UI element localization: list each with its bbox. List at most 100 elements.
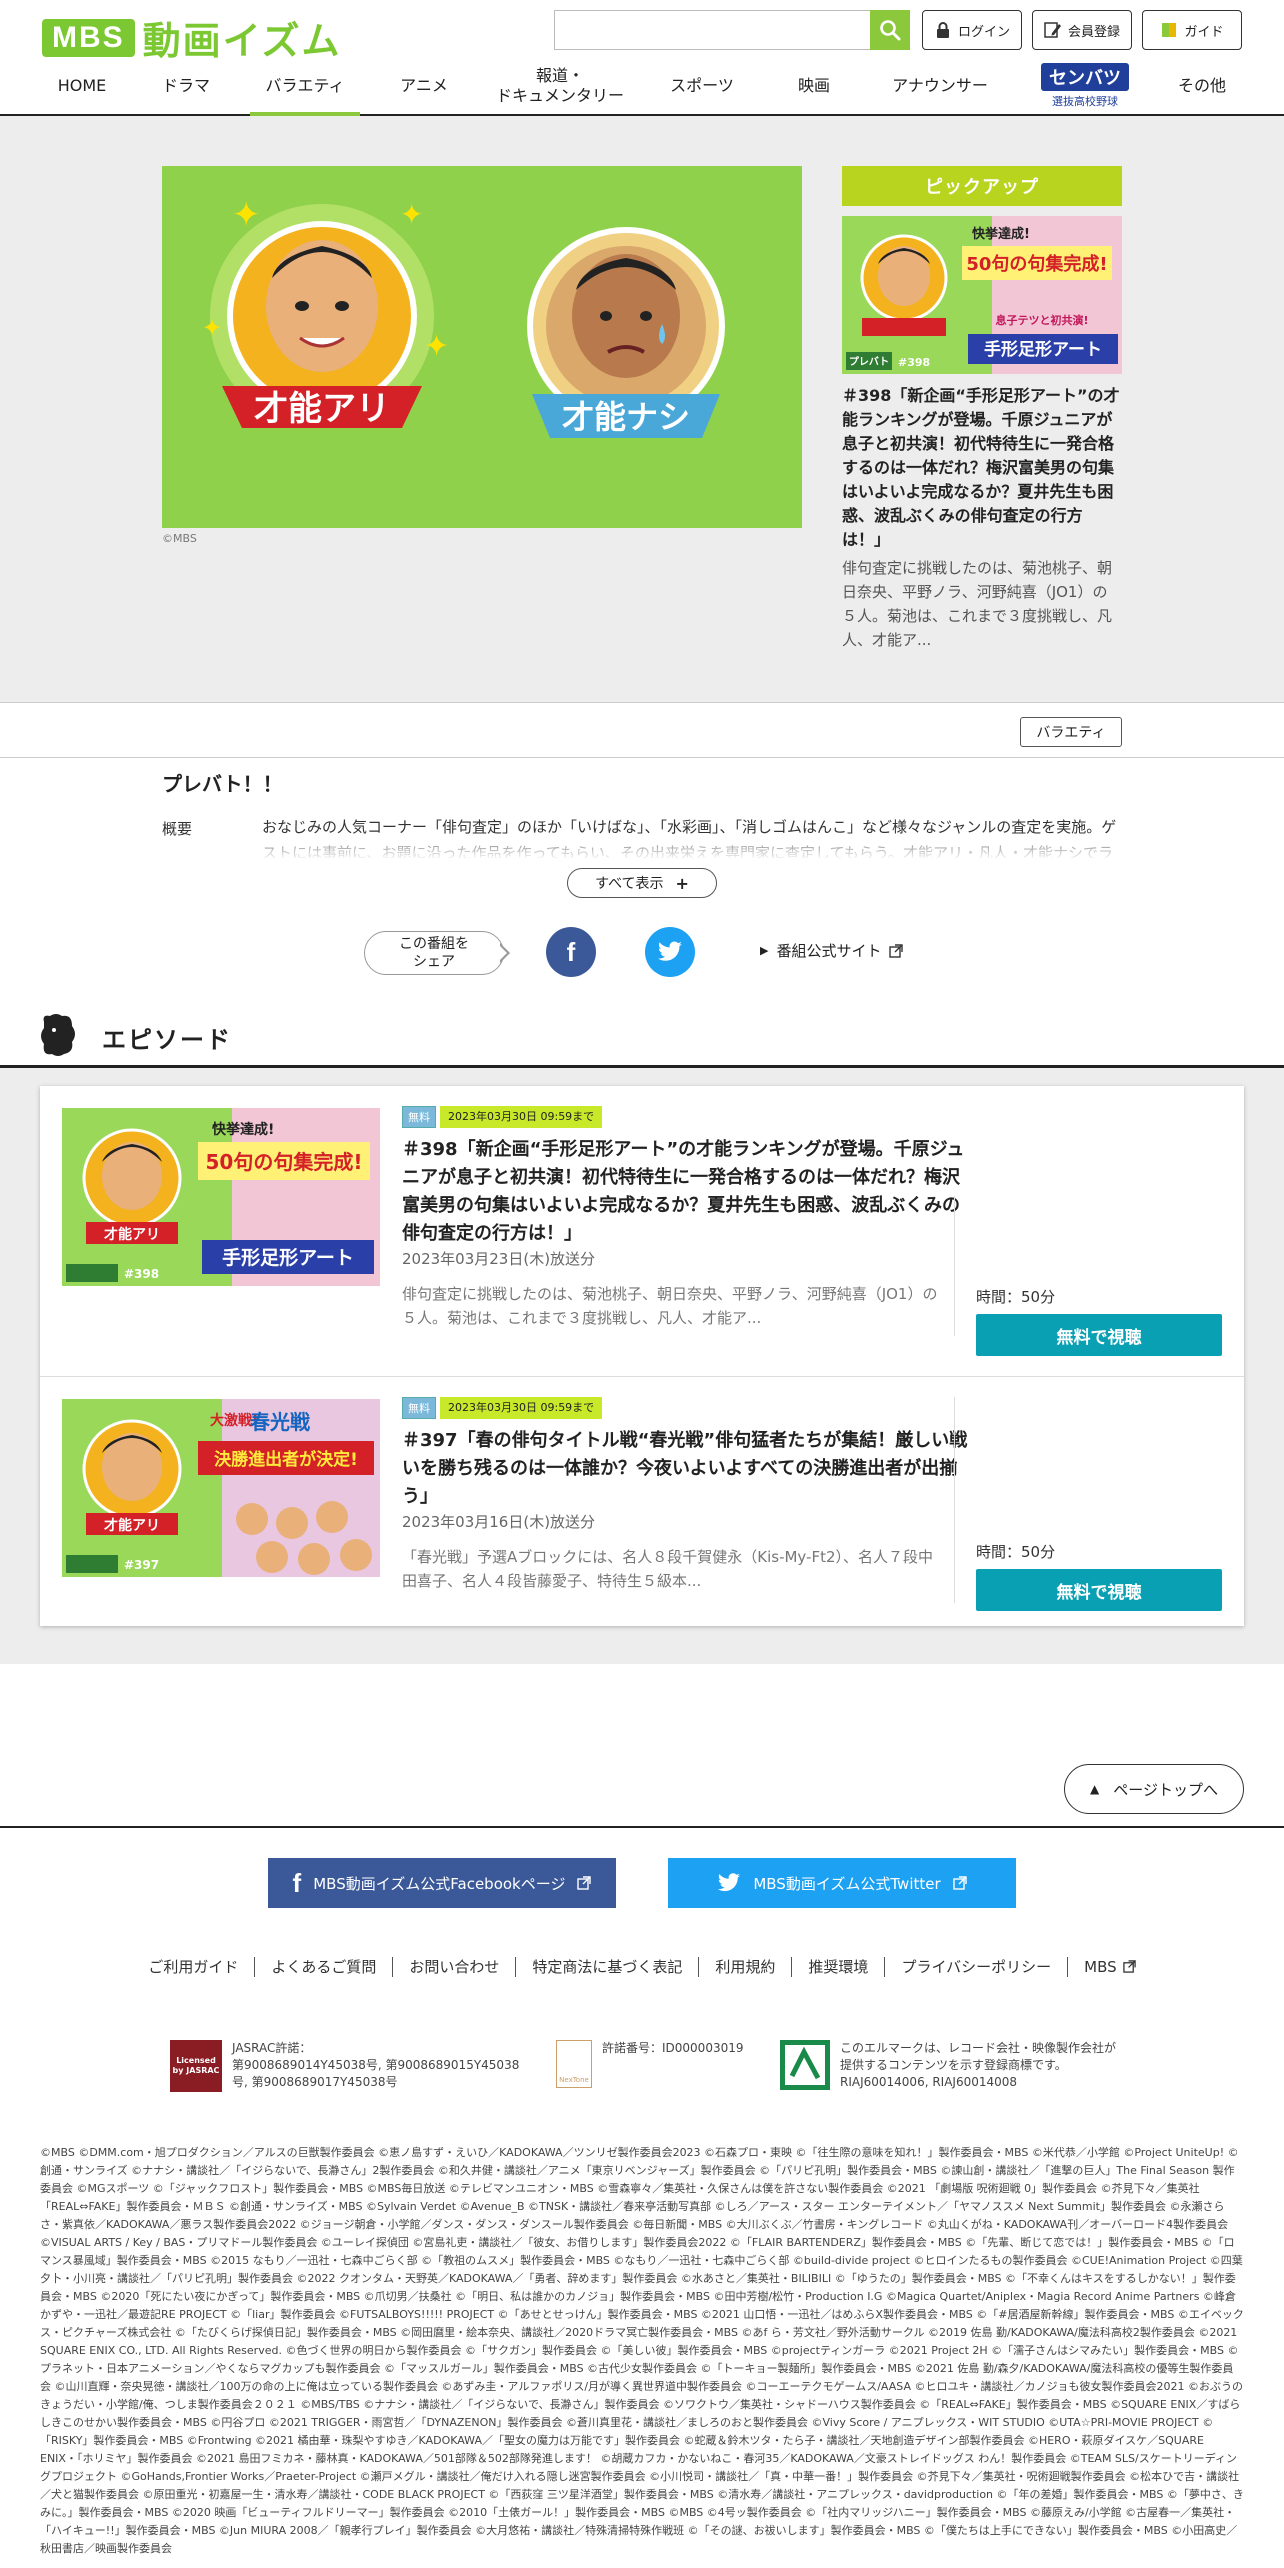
share-label-line2: シェア	[413, 954, 455, 970]
nav-senbatsu[interactable]: センバツ 選抜高校野球	[1030, 60, 1140, 112]
nav-sports[interactable]: スポーツ	[660, 60, 744, 112]
logo-mbs-mark: MBS	[42, 18, 135, 57]
episode-item[interactable]: 才能アリ 大激戦! 春光戦 決勝進出者が決定! #397 無料 2023年03月…	[40, 1376, 1244, 1644]
pickup-thumb-text1: 快挙達成!	[972, 226, 1030, 242]
senbatsu-logo: センバツ 選抜高校野球	[1041, 63, 1129, 109]
login-label: ログイン	[957, 24, 1010, 40]
nextone-number: 許諾番号：ID000003019	[602, 2041, 744, 2055]
footer-link-privacy[interactable]: プライバシーポリシー	[901, 1956, 1051, 1977]
pickup-thumb-text2: 50句の句集完成!	[966, 253, 1107, 275]
pickup-thumbnail[interactable]: 快挙達成! 50句の句集完成! 息子テツと初共演! 手形足形アート プレバト #…	[842, 216, 1122, 374]
show-all-label: すべて表示	[595, 876, 664, 892]
episode-item[interactable]: 才能アリ 快挙達成! 50句の句集完成! 手形足形アート #398 無料 202…	[40, 1086, 1244, 1356]
episode-duration: 時間：50分	[976, 1288, 1056, 1306]
hero-left-banner-text: 才能アリ	[254, 389, 390, 429]
expiry-badge: 2023年03月30日 09:59まで	[440, 1397, 603, 1419]
share-label: この番組を シェア	[364, 931, 504, 975]
episode-thumb-text3: 決勝進出者が決定!	[214, 1449, 358, 1470]
footer-links: ご利用ガイド よくあるご質問 お問い合わせ 特定商法に基づく表記 利用規約 推奨…	[0, 1956, 1284, 1977]
facebook-icon: f	[566, 936, 576, 967]
pickup-thumb-brand: プレバト	[849, 355, 889, 368]
external-link-icon	[577, 1876, 592, 1890]
search-input[interactable]	[554, 10, 870, 50]
episode-thumbnail-art: 才能アリ 大激戦! 春光戦 決勝進出者が決定! #397	[62, 1399, 380, 1577]
episode-thumbnail[interactable]: 才能アリ 大激戦! 春光戦 決勝進出者が決定! #397	[62, 1399, 380, 1577]
share-pointer-inner	[499, 945, 507, 961]
share-twitter-button[interactable]	[645, 927, 695, 977]
lmark-icon	[780, 2040, 830, 2090]
jasrac-logo: Licensed by JASRAC	[170, 2040, 222, 2092]
footer-link-contact[interactable]: お問い合わせ	[409, 1956, 499, 1977]
share-label-line1: この番組を	[399, 936, 469, 952]
free-badge: 無料	[402, 1397, 436, 1419]
pencil-icon	[1044, 22, 1061, 38]
episode-duration: 時間：50分	[976, 1543, 1056, 1561]
jasrac-license: Licensed by JASRAC JASRAC許諾： 第9008689014…	[170, 2040, 530, 2092]
footer-link-commerce-law[interactable]: 特定商法に基づく表記	[532, 1956, 682, 1977]
search-button[interactable]	[870, 10, 910, 50]
footer-link-environment[interactable]: 推奨環境	[808, 1956, 868, 1977]
footer-link-mbs[interactable]: MBS	[1084, 1958, 1136, 1976]
category-tag-variety[interactable]: バラエティ	[1020, 717, 1122, 747]
hero-banner-image[interactable]: 才能アリ ✦ ✦ ✦ ✦ 才能ナシ	[162, 166, 802, 528]
nav-announcer[interactable]: アナウンサー	[880, 60, 1000, 112]
login-button[interactable]: ログイン	[922, 10, 1022, 50]
jasrac-numbers: 第9008689014Y45038号, 第9008689015Y45038号, …	[232, 2058, 520, 2089]
footer-link-mbs-label: MBS	[1084, 1957, 1117, 1976]
nav-news-line1: 報道・	[535, 66, 584, 85]
facebook-page-button[interactable]: f MBS動画イズム公式Facebookページ	[268, 1858, 616, 1908]
footer-link-guide[interactable]: ご利用ガイド	[148, 1956, 238, 1977]
guide-button[interactable]: ガイド	[1142, 10, 1242, 50]
jasrac-title: JASRAC許諾：	[232, 2041, 312, 2055]
nav-anime[interactable]: アニメ	[386, 60, 462, 112]
watch-free-button[interactable]: 無料で視聴	[976, 1314, 1222, 1356]
episode-description: 「春光戦」予選Aブロックには、名人８段千賀健永（Kis-My-Ft2）、名人７段…	[402, 1548, 934, 1590]
episode-thumbnail[interactable]: 才能アリ 快挙達成! 50句の句集完成! 手形足形アート #398	[62, 1108, 380, 1286]
episode-thumb-num: #398	[124, 1267, 159, 1281]
svg-text:✦: ✦	[424, 329, 449, 364]
episode-thumb-text4: 才能アリ	[104, 1226, 160, 1243]
lmark-text: このエルマークは、レコード会社・映像製作会社が提供するコンテンツを示す登録商標で…	[840, 2041, 1117, 2089]
twitter-page-label: MBS動画イズム公式Twitter	[753, 1874, 941, 1893]
hero-right-medal: 才能ナシ	[527, 227, 725, 438]
svg-text:✦: ✦	[400, 198, 423, 231]
hero-section: 才能アリ ✦ ✦ ✦ ✦ 才能ナシ ©MBS ピックアップ 快挙達成! 50句の…	[0, 116, 1284, 702]
page-top-button[interactable]: ▲ ページトップへ	[1064, 1764, 1244, 1814]
nav-news-documentary[interactable]: 報道・ ドキュメンタリー	[490, 60, 630, 112]
footer-link-terms[interactable]: 利用規約	[715, 1956, 775, 1977]
hero-banner-art: 才能アリ ✦ ✦ ✦ ✦ 才能ナシ	[162, 166, 802, 528]
register-button[interactable]: 会員登録	[1032, 10, 1132, 50]
overview-label: 概要	[162, 820, 193, 838]
episode-title[interactable]: ＃398「新企画“手形足形アート”の才能ランキングが登場。千原ジュニアが息子と初…	[402, 1136, 972, 1248]
share-facebook-button[interactable]: f	[546, 927, 596, 977]
triangle-up-icon: ▲	[1090, 1782, 1100, 1796]
footer-link-faq[interactable]: よくあるご質問	[271, 1956, 376, 1977]
twitter-page-button[interactable]: MBS動画イズム公式Twitter	[668, 1858, 1016, 1908]
episode-title[interactable]: ＃397「春の俳句タイトル戦“春光戦”俳句猛者たちが集結！厳しい戦いを勝ち残るの…	[402, 1427, 972, 1511]
site-header: MBS 動画イズム ログイン 会員登録 ガイド HOME ドラマ バラエティ ア…	[0, 0, 1284, 116]
episode-divider	[954, 1196, 955, 1336]
nav-drama[interactable]: ドラマ	[148, 60, 224, 112]
show-all-button[interactable]: すべて表示 +	[567, 868, 717, 898]
episode-thumbnail-art: 才能アリ 快挙達成! 50句の句集完成! 手形足形アート #398	[62, 1108, 380, 1286]
triangle-right-icon: ▶	[760, 944, 769, 957]
pickup-title[interactable]: ＃398「新企画“手形足形アート”の才能ランキングが登場。千原ジュニアが息子と初…	[842, 384, 1122, 552]
official-site-link[interactable]: ▶ 番組公式サイト	[760, 940, 904, 961]
overview-fade	[262, 834, 1122, 860]
nav-other[interactable]: その他	[1162, 60, 1242, 112]
guide-book-icon	[1162, 23, 1177, 37]
guide-label: ガイド	[1184, 24, 1224, 40]
pickup-thumbnail-art: 快挙達成! 50句の句集完成! 息子テツと初共演! 手形足形アート プレバト #…	[842, 216, 1122, 374]
nav-variety[interactable]: バラエティ	[250, 60, 360, 116]
nav-home[interactable]: HOME	[42, 60, 122, 112]
hero-left-medal: 才能アリ ✦ ✦ ✦ ✦	[202, 195, 449, 429]
watch-free-button[interactable]: 無料で視聴	[976, 1569, 1222, 1611]
nav-movies[interactable]: 映画	[776, 60, 852, 112]
lmark-license: このエルマークは、レコード会社・映像製作会社が提供するコンテンツを示す登録商標で…	[780, 2040, 1120, 2091]
episodes-section: 才能アリ 快挙達成! 50句の句集完成! 手形足形アート #398 無料 202…	[0, 1068, 1284, 1664]
episode-thumb-text4: 才能アリ	[104, 1517, 160, 1534]
site-logo[interactable]: MBS 動画イズム	[42, 10, 342, 65]
register-label: 会員登録	[1067, 24, 1120, 40]
twitter-icon	[718, 1873, 741, 1892]
expiry-badge: 2023年03月30日 09:59まで	[440, 1106, 603, 1128]
